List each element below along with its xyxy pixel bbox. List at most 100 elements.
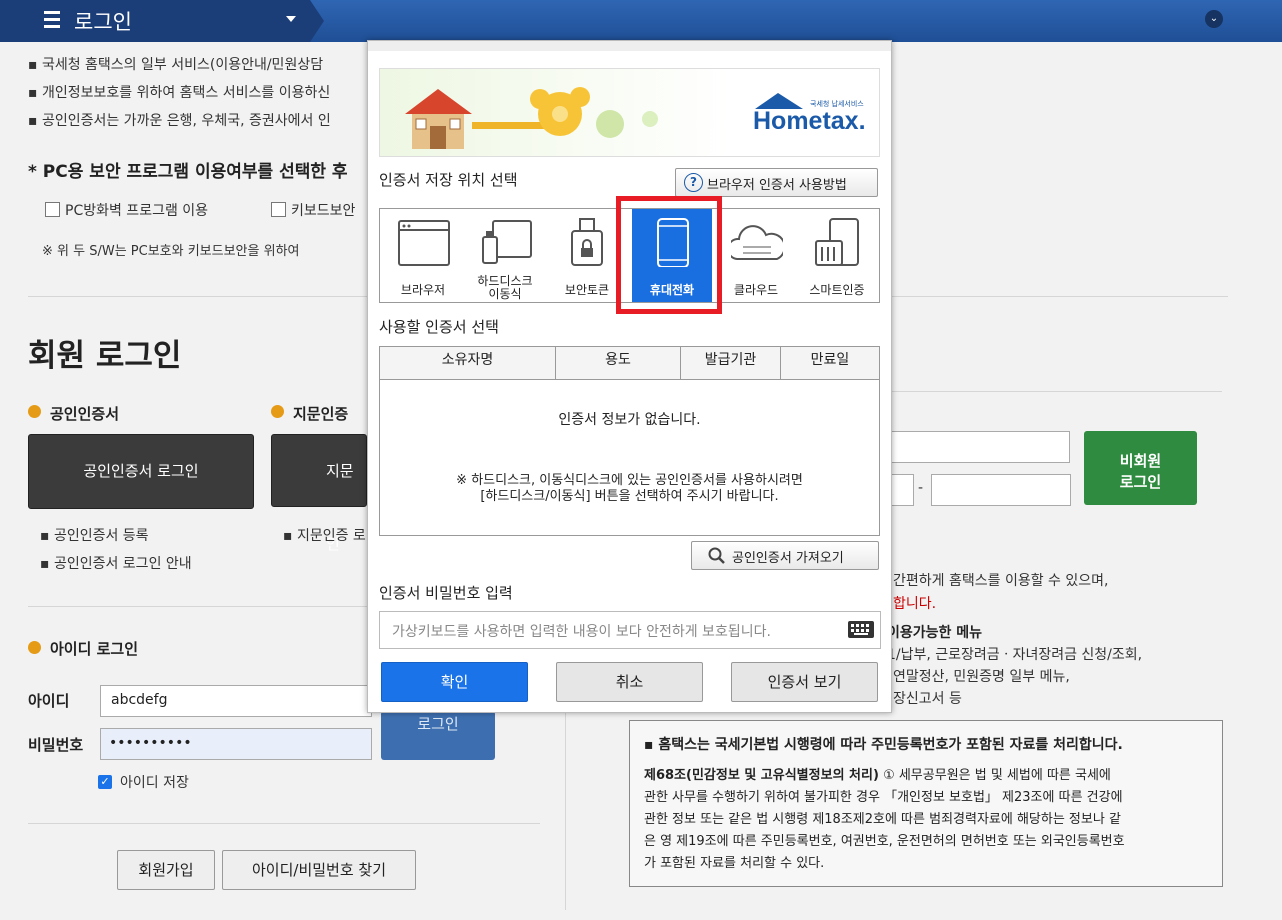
storage-option-cloud[interactable]: 클라우드 <box>717 209 795 302</box>
hometax-banner: Hometax. 국세청 납세서비스 <box>379 68 880 157</box>
storage-title: 인증서 저장 위치 선택 <box>379 171 518 189</box>
id-value: abcdefg <box>111 692 168 708</box>
cert-heading: 공인인증서 <box>50 405 120 423</box>
storage-label: 브라우저 <box>400 283 446 297</box>
law-line: 관한 사무를 수행하기 위하여 불가피한 경우 「개인정보 보호법」 제23조에… <box>644 790 1123 805</box>
cert-guide-link[interactable]: ▪ 공인인증서 로그인 안내 <box>40 553 192 573</box>
firewall-checkbox[interactable] <box>45 202 60 217</box>
nonmember-login-button[interactable]: 비회원 로그인 <box>1084 431 1197 505</box>
save-id-checkbox[interactable]: ✓ <box>98 775 112 789</box>
storage-label: 클라우드 <box>733 283 779 297</box>
chevron-down-circle-icon[interactable]: ⌄ <box>1205 10 1223 28</box>
law-line: 은 영 제19조에 따른 주민등록번호, 여권번호, 운전면허의 면허번호 또는… <box>644 834 1125 849</box>
import-cert-label: 공인인증서 가져오기 <box>732 551 844 566</box>
security-token-icon <box>571 218 603 266</box>
law-line: 관한 정보 또는 같은 법 시행령 제18조제2호에 따른 범죄경력자료에 해당… <box>644 812 1121 827</box>
notice-item: ▪ 국세청 홈택스의 일부 서비스(이용안내/민원상담 <box>28 57 324 73</box>
pw-value: •••••••••• <box>109 735 192 751</box>
search-icon <box>708 547 725 564</box>
bullet-icon <box>271 405 284 418</box>
menu-line: 장신고서 등 <box>893 691 962 707</box>
storage-option-harddisk[interactable]: 하드디스크 이동식 <box>466 209 544 302</box>
divider <box>28 296 368 297</box>
menu-icon[interactable] <box>44 11 60 29</box>
storage-label: 하드디스크 이동식 <box>477 274 533 301</box>
info-line: 간편하게 홈택스를 이용할 수 있으며, <box>893 573 1109 589</box>
finger-heading: 지문인증 <box>293 405 349 423</box>
cert-login-button[interactable]: 공인인증서 로그인 <box>28 434 254 509</box>
id-label: 아이디 <box>28 692 70 710</box>
column-usage[interactable]: 용도 <box>556 347 681 379</box>
storage-label: 스마트인증 <box>809 283 865 297</box>
id-input[interactable]: abcdefg <box>100 685 372 717</box>
column-owner[interactable]: 소유자명 <box>380 347 556 379</box>
empty-message: 인증서 정보가 없습니다. <box>558 412 701 428</box>
nonmember-rrn-input-2[interactable] <box>931 474 1071 506</box>
law-title: ▪ 홈택스는 국세기본법 시행령에 따라 주민등록번호가 포함된 자료를 처리합… <box>644 737 1123 753</box>
browser-help-button[interactable]: ? 브라우저 인증서 사용방법 <box>675 168 878 197</box>
column-expiry[interactable]: 만료일 <box>781 347 879 379</box>
law-line: ① 세무공무원은 법 및 세법에 따른 국세에 <box>883 768 1111 783</box>
finger-link[interactable]: ▪ 지문인증 로 <box>283 525 366 545</box>
vertical-divider <box>565 710 566 910</box>
dash-text: - <box>918 480 924 496</box>
menu-line: 1/납부, 근로장려금ㆍ자녀장려금 신청/조회, <box>887 647 1143 663</box>
bullet-icon <box>28 405 41 418</box>
security-title: * PC용 보안 프로그램 이용여부를 선택한 후 <box>28 162 348 182</box>
hint-line: ※ 하드디스크, 이동식디스크에 있는 공인인증서를 사용하시려면 <box>456 473 803 488</box>
page-title: 로그인 <box>74 10 132 34</box>
law-text: 제68조(민감정보 및 고유식별정보의 처리) ① 세무공무원은 법 및 세법에… <box>644 765 1214 875</box>
import-cert-button[interactable]: 공인인증서 가져오기 <box>691 541 879 570</box>
cancel-button[interactable]: 취소 <box>556 662 703 702</box>
security-note: ※ 위 두 S/W는 PC보호와 키보드보안을 위하여 <box>42 244 300 259</box>
top-nav-bar: 로그인 ⌄ <box>0 0 1282 42</box>
hometax-logo-subtext: 국세청 납세서비스 <box>810 100 864 108</box>
table-header: 소유자명 용도 발급기관 만료일 <box>380 347 879 380</box>
law-line: 가 포함된 자료를 처리할 수 있다. <box>644 856 825 871</box>
selection-highlight <box>616 196 722 314</box>
storage-label: 보안토큰 <box>564 283 610 297</box>
usb-drive-icon <box>482 220 532 264</box>
law-bold-lead: 제68조(민감정보 및 고유식별정보의 처리) <box>644 768 879 783</box>
divider <box>28 606 368 607</box>
hometax-logo: Hometax. <box>753 107 866 135</box>
join-button[interactable]: 회원가입 <box>117 850 215 890</box>
smart-auth-icon <box>815 218 859 266</box>
cloud-icon <box>731 225 783 260</box>
column-issuer[interactable]: 발급기관 <box>681 347 781 379</box>
id-login-button[interactable]: 로그인 <box>381 711 495 760</box>
member-login-title: 회원 로그인 <box>28 338 182 374</box>
password-placeholder: 가상키보드를 사용하면 입력한 내용이 보다 안전하게 보호됩니다. <box>392 624 771 640</box>
password-title: 인증서 비밀번호 입력 <box>379 584 513 602</box>
divider <box>890 391 1222 392</box>
caret-down-icon[interactable] <box>286 16 296 22</box>
dialog-top-strip <box>368 41 891 51</box>
keyboard-security-label: 키보드보안 <box>291 203 356 219</box>
nonmember-button-line2: 로그인 <box>1119 473 1162 491</box>
certificate-table: 소유자명 용도 발급기관 만료일 인증서 정보가 없습니다. ※ 하드디스크, … <box>379 346 880 536</box>
divider <box>890 296 1228 297</box>
view-cert-button[interactable]: 인증서 보기 <box>731 662 878 702</box>
certificate-dialog: Hometax. 국세청 납세서비스 인증서 저장 위치 선택 ? 브라우저 인… <box>367 40 892 713</box>
storage-option-token[interactable]: 보안토큰 <box>548 209 626 302</box>
storage-option-browser[interactable]: 브라우저 <box>384 209 462 302</box>
nonmember-name-input[interactable] <box>890 431 1070 463</box>
nonmember-rrn-input-1[interactable] <box>890 474 914 506</box>
tab-arrow-shape <box>310 0 324 42</box>
hint-text: ※ 하드디스크, 이동식디스크에 있는 공인인증서를 사용하시려면 [하드디스크… <box>380 473 879 505</box>
keyboard-security-checkbox[interactable] <box>271 202 286 217</box>
notice-item: ▪ 개인정보보호를 위하여 홈택스 서비스를 이용하신 <box>28 85 331 101</box>
cert-register-link[interactable]: ▪ 공인인증서 등록 <box>40 525 149 545</box>
finger-login-button[interactable]: 지문인 <box>271 434 367 553</box>
confirm-button[interactable]: 확인 <box>381 662 528 702</box>
password-input[interactable]: •••••••••• <box>100 728 372 760</box>
browser-icon <box>398 220 450 266</box>
menu-title: 이용가능한 메뉴 <box>887 625 983 641</box>
storage-option-smart[interactable]: 스마트인증 <box>798 209 876 302</box>
cert-password-input[interactable]: 가상키보드를 사용하면 입력한 내용이 보다 안전하게 보호됩니다. <box>379 611 881 649</box>
info-line-red: 합니다. <box>893 596 937 612</box>
law-notice-box: ▪ 홈택스는 국세기본법 시행령에 따라 주민등록번호가 포함된 자료를 처리합… <box>629 720 1223 887</box>
find-id-pw-button[interactable]: 아이디/비밀번호 찾기 <box>222 850 416 890</box>
virtual-keyboard-icon[interactable] <box>848 621 874 638</box>
pw-label: 비밀번호 <box>28 736 84 754</box>
